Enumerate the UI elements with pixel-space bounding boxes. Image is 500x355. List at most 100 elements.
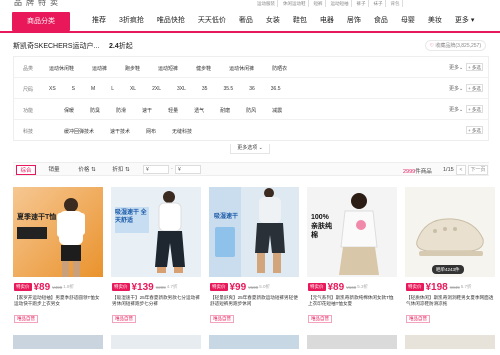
product-card[interactable]: 晒单4243件 特卖价 ¥198 ¥349 5.7折 【轻质休闲】斯凯奇洞洞鞋男…	[405, 187, 497, 347]
filter-option[interactable]: 36.5	[271, 86, 281, 92]
sort-comprehensive[interactable]: 综合	[16, 165, 36, 175]
nav-item-beauty[interactable]: 美妆	[428, 15, 442, 25]
product-image[interactable]	[405, 335, 495, 349]
product-image[interactable]: 吸湿速干 全天舒适	[111, 187, 201, 277]
filter-multi-button[interactable]: + 多选	[466, 126, 483, 134]
filter-more-button[interactable]: 更多⌄	[449, 85, 463, 92]
filter-option[interactable]: 无缝科技	[172, 128, 192, 135]
product-image[interactable]: 吸湿速干	[209, 187, 299, 277]
favorite-brand-button[interactable]: ♡ 收藏品牌(3,825,257)	[424, 40, 486, 51]
filter-option[interactable]: 运动休闲鞋	[49, 65, 74, 72]
filter-multi-button[interactable]: + 多选	[466, 105, 483, 113]
hot-tag[interactable]: 休闲运动鞋	[281, 0, 309, 7]
next-page-button[interactable]: 下一页	[468, 165, 488, 175]
filter-option[interactable]: 3XL	[177, 86, 186, 92]
product-image[interactable]: 晒单4243件	[405, 187, 495, 277]
product-promo-text: 吸湿速干	[214, 214, 239, 220]
price-max-input[interactable]: ¥	[175, 165, 201, 174]
filter-label: 功能	[23, 108, 34, 114]
nav-item-recommend[interactable]: 推荐	[92, 15, 106, 25]
more-options-button[interactable]: 更多选项 ⌄	[230, 144, 270, 154]
hot-tag[interactable]: 运动短袖	[329, 0, 352, 7]
nav-item-flash[interactable]: 唯品快抢	[157, 15, 185, 25]
filter-option[interactable]: L	[111, 86, 114, 92]
brand-title: 品牌特卖	[14, 0, 62, 7]
nav-item-shoes-bags[interactable]: 鞋包	[293, 15, 307, 25]
nav-item-luxury[interactable]: 奢品	[239, 15, 253, 25]
filter-multi-button[interactable]: + 多选	[466, 84, 483, 92]
product-image[interactable]	[209, 335, 299, 349]
hot-tag[interactable]: 背包	[389, 0, 403, 7]
nav-item-food[interactable]: 食品	[374, 15, 388, 25]
product-title[interactable]: 【元气系列】斯凯奇新款纯棉休闲女款T恤上衣印花短袖T恤女夏	[308, 295, 396, 307]
filter-multi-button[interactable]: + 多选	[466, 63, 483, 71]
hot-tag[interactable]: 袜子	[372, 0, 386, 7]
filter-option[interactable]: XS	[49, 86, 56, 92]
nav-item-home[interactable]: 居饰	[347, 15, 361, 25]
nav-item-30off[interactable]: 3折疯抢	[119, 15, 144, 25]
product-image[interactable]	[111, 335, 201, 349]
hot-tag[interactable]: 运动服装	[255, 0, 278, 7]
hot-tag[interactable]: 裤子	[355, 0, 369, 7]
nav-item-more[interactable]: 更多 ▾	[455, 15, 474, 25]
sort-arrow-icon: ⇅	[90, 167, 96, 173]
filter-option[interactable]: 速干技术	[110, 128, 130, 135]
product-image[interactable]	[307, 335, 397, 349]
nav-item-lowprice[interactable]: 天天低价	[198, 15, 226, 25]
filter-option[interactable]: 耐磨	[220, 107, 230, 114]
filter-option[interactable]: 防晒衣	[272, 65, 287, 72]
product-promo-text: 吸湿速干 全天舒适	[115, 210, 147, 224]
filter-option[interactable]: 速干	[142, 107, 152, 114]
product-image[interactable]: 100% 亲肤纯棉	[307, 187, 397, 277]
product-card[interactable]: 夏季速干T恤 特卖价 ¥89 ¥499 1.8折 【家罗开运动短袖】男夏季舒适圆…	[13, 187, 105, 347]
product-image[interactable]	[13, 335, 103, 349]
category-button[interactable]: 商品分类	[12, 12, 70, 31]
sort-discount[interactable]: 折扣 ⇅	[109, 165, 133, 175]
sort-price[interactable]: 价格 ⇅	[75, 165, 99, 175]
hot-tag[interactable]: 短裤	[312, 0, 326, 7]
sort-bar: 综合 销量 价格 ⇅ 折扣 ⇅ ¥ - ¥ 2999件商品 1/15 < 下一页	[13, 162, 489, 176]
filter-option[interactable]: 运动休闲裤	[229, 65, 254, 72]
prev-page-button[interactable]: <	[456, 165, 466, 175]
filter-more-button[interactable]: 更多⌄	[449, 64, 463, 71]
product-title[interactable]: 【轻量舒爽】25年春夏新款运动短裤男轻便舒适短裤男跑步休闲	[210, 295, 298, 307]
filter-option[interactable]: S	[72, 86, 75, 92]
filter-option[interactable]: 2XL	[152, 86, 161, 92]
filter-option[interactable]: 跑步鞋	[125, 65, 140, 72]
filter-option[interactable]: 透气	[194, 107, 204, 114]
filter-option[interactable]: 轻量	[168, 107, 178, 114]
filter-option[interactable]: 运动裤	[92, 65, 107, 72]
review-count-badge: 晒单4243件	[432, 265, 464, 274]
filter-option[interactable]: 36	[249, 86, 255, 92]
filter-option[interactable]: 健步鞋	[196, 65, 211, 72]
filter-label: 科技	[23, 129, 34, 135]
filter-option[interactable]: 35.5	[223, 86, 233, 92]
nav-item-baby[interactable]: 母婴	[401, 15, 415, 25]
filter-option[interactable]: 缓冲回弹技术	[64, 128, 94, 135]
product-image[interactable]: 夏季速干T恤	[13, 187, 103, 277]
nav-item-women[interactable]: 女装	[266, 15, 280, 25]
price-min-input[interactable]: ¥	[143, 165, 169, 174]
filter-options: 保暖 防臭 防滑 速干 轻量 透气 耐磨 防风 减震	[64, 107, 298, 114]
product-card[interactable]: 吸湿速干 特卖价 ¥99 ¥199 5.0折 【轻量舒爽】25年春夏新款运动短裤…	[209, 187, 301, 347]
self-operated-badge: 唯品自营	[210, 315, 234, 323]
filter-option[interactable]: XL	[130, 86, 136, 92]
product-title[interactable]: 【吸湿速干】25年春夏新款男款七分运动裤男休闲短裤跑步七分裤	[112, 295, 200, 307]
product-card[interactable]: 吸湿速干 全天舒适 特卖价 ¥139 ¥299 4.7折 【吸湿速干】25年春夏…	[111, 187, 203, 347]
filter-more-button[interactable]: 更多⌄	[449, 106, 463, 113]
sort-sales[interactable]: 销量	[47, 165, 61, 175]
filter-option[interactable]: 防滑	[116, 107, 126, 114]
filter-option[interactable]: 网布	[146, 128, 156, 135]
filter-option[interactable]: 减震	[272, 107, 282, 114]
filter-option[interactable]: M	[91, 86, 95, 92]
filter-option[interactable]: 保暖	[64, 107, 74, 114]
product-title[interactable]: 【家罗开运动短袖】男夏季舒适圆领T恤女运动快干跑步上衣男女	[14, 295, 102, 307]
price-range-dash: -	[171, 166, 173, 172]
filter-option[interactable]: 防臭	[90, 107, 100, 114]
product-title[interactable]: 【轻质休闲】斯凯奇洞洞鞋男女夏季网面透气休闲凉鞋防滑凉拖	[406, 295, 494, 307]
product-card[interactable]: 100% 亲肤纯棉 特卖价 ¥89 ¥169 5.3折 【元气系列】斯凯奇新款纯…	[307, 187, 399, 347]
nav-item-appliances[interactable]: 电器	[320, 15, 334, 25]
filter-option[interactable]: 35	[202, 86, 208, 92]
filter-option[interactable]: 防风	[246, 107, 256, 114]
filter-option[interactable]: 运动短裤	[158, 65, 178, 72]
